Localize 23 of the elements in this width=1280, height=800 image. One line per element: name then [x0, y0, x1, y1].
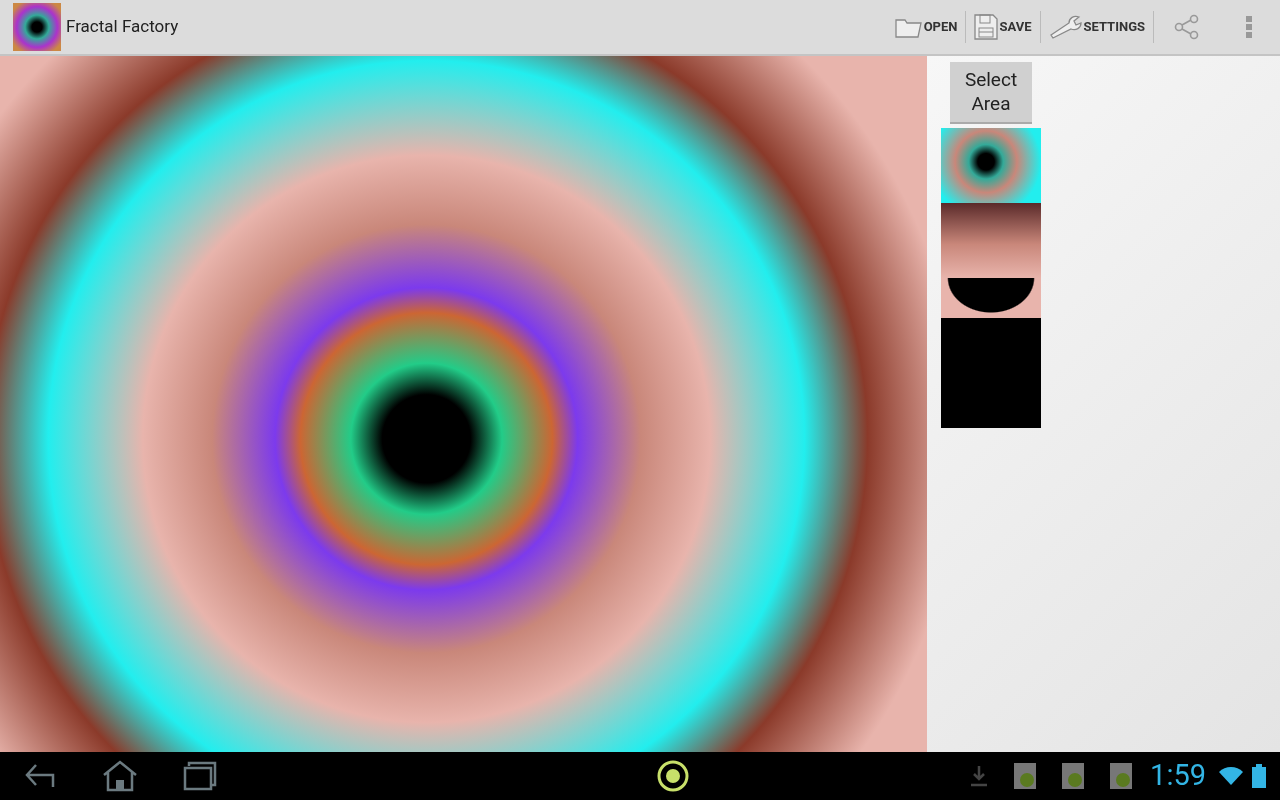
battery-icon [1252, 764, 1266, 788]
more-icon [1246, 16, 1252, 38]
folder-icon [894, 16, 923, 38]
home-icon [102, 760, 138, 792]
share-icon [1174, 14, 1200, 40]
recent-apps-icon [183, 761, 217, 791]
download-icon [970, 765, 989, 787]
back-icon [24, 762, 56, 790]
action-button[interactable]: SAVE [968, 5, 1038, 49]
action-button[interactable]: OPEN [888, 5, 964, 49]
notification-icon [1062, 763, 1085, 789]
app-icon[interactable] [13, 3, 61, 51]
thumbnail-strip[interactable] [941, 128, 1041, 428]
notification-icon [1014, 763, 1037, 789]
notification-icon [1110, 763, 1133, 789]
wrench-icon [1048, 15, 1083, 39]
select-area-button[interactable]: Select Area [950, 62, 1032, 124]
clock: 1:59 [1150, 757, 1206, 795]
wifi-icon [1218, 766, 1244, 786]
app-title: Fractal Factory [66, 15, 179, 39]
action-button[interactable]: SETTINGS [1042, 5, 1151, 49]
fractal-image[interactable] [0, 56, 927, 752]
launcher-icon[interactable] [656, 759, 691, 793]
